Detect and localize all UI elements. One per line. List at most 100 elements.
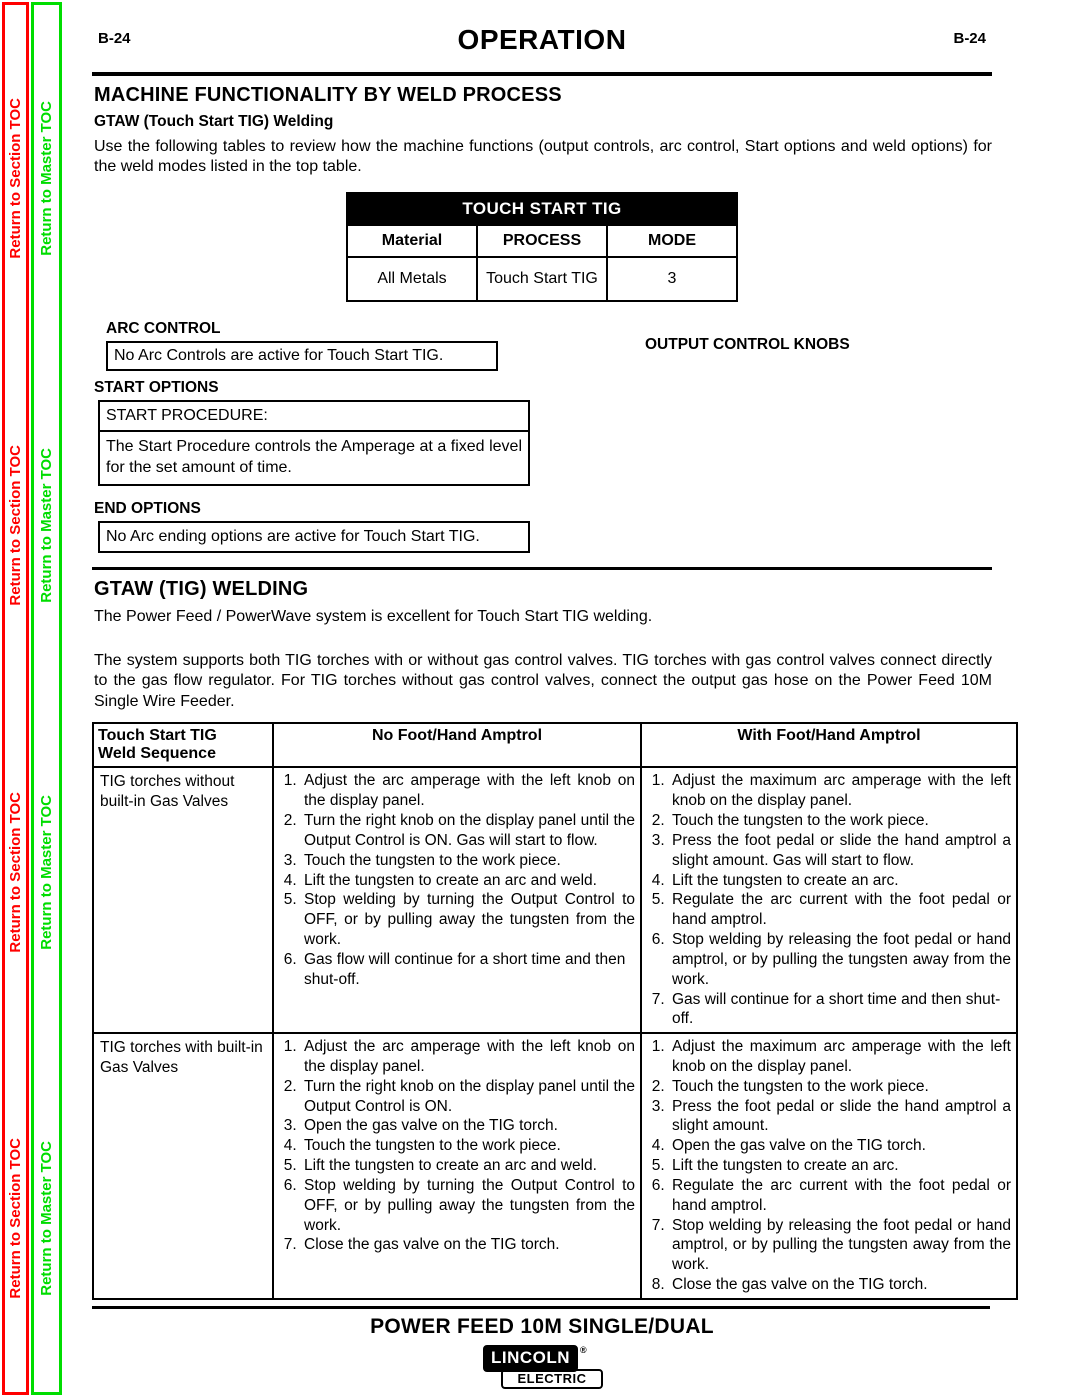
return-to-master-toc-label[interactable]: Return to Master TOC [38,448,55,603]
table-row: TIG torches without built-in Gas Valves … [92,766,1018,1035]
list-item: Regulate the arc current with the foot p… [669,1176,1011,1216]
table-banner-row: TOUCH START TIG [346,191,738,226]
list-item: Stop welding by releasing the foot pedal… [669,930,1011,989]
intro-paragraph: Use the following tables to review how t… [94,138,992,176]
list-item: Turn the right knob on the display panel… [301,811,635,851]
logo-electric-text: ELECTRIC [501,1368,603,1389]
steps-list: Adjust the arc amperage with the left kn… [275,771,639,989]
list-item: Press the foot pedal or slide the hand a… [669,831,1011,871]
list-item: Turn the right knob on the display panel… [301,1077,635,1117]
list-item: Gas flow will continue for a short time … [301,950,635,990]
section-heading: MACHINE FUNCTIONALITY BY WELD PROCESS [94,84,562,106]
column-header-material: Material [346,223,478,258]
logo-lincoln-text: LINCOLN [483,1344,579,1372]
list-item: Lift the tungsten to create an arc and w… [301,871,635,891]
gtaw-paragraph-2: The system supports both TIG torches wit… [94,652,992,710]
steps-list: Adjust the arc amperage with the left kn… [275,1037,639,1255]
list-item: Regulate the arc current with the foot p… [669,890,1011,930]
touch-start-tig-table-wrapper: TOUCH START TIG Material PROCESS MODE Al… [92,191,992,302]
no-amptrol-column-header: No Foot/Hand Amptrol [272,722,642,769]
column-header-process: PROCESS [476,223,608,258]
return-to-master-toc-label[interactable]: Return to Master TOC [38,795,55,950]
list-item: Adjust the maximum arc amperage with the… [669,1037,1011,1077]
start-procedure-text: The Start Procedure controls the Amperag… [106,437,522,476]
weld-sequence-header-line2: Weld Sequence [98,745,216,763]
end-options-label: END OPTIONS [94,499,201,517]
row0-no-amptrol-steps: Adjust the arc amperage with the left kn… [272,766,642,1035]
start-procedure-title: START PROCEDURE: [100,402,528,432]
return-to-section-toc-label[interactable]: Return to Section TOC [7,98,24,259]
footer-title: POWER FEED 10M SINGLE/DUAL [370,1314,714,1338]
list-item: Touch the tungsten to the work piece. [301,1136,635,1156]
lincoln-electric-logo: LINCOLN ® ELECTRIC [483,1344,603,1389]
table-header-row: Material PROCESS MODE [346,223,738,258]
weld-sequence-table: Touch Start TIG Weld Sequence No Foot/Ha… [92,722,1018,1300]
return-to-master-toc-label[interactable]: Return to Master TOC [38,101,55,256]
subsection-heading: GTAW (Touch Start TIG) Welding [94,113,334,130]
list-item: Close the gas valve on the TIG torch. [301,1235,635,1255]
steps-list: Adjust the maximum arc amperage with the… [643,771,1015,1029]
start-options-box: START PROCEDURE: The Start Procedure con… [98,399,530,486]
page-content: B-24 OPERATION B-24 MACHINE FUNCTIONALIT… [92,0,1018,1397]
row0-with-amptrol-steps: Adjust the maximum arc amperage with the… [640,766,1018,1035]
return-to-section-toc-bar[interactable]: Return to Section TOC Return to Section … [2,2,29,1395]
end-options-box: No Arc ending options are active for Tou… [98,520,530,553]
row-label-with-gas-valves: TIG torches with built-in Gas Valves [92,1032,274,1300]
return-to-master-toc-bar[interactable]: Return to Master TOC Return to Master TO… [31,2,62,1395]
list-item: Gas will continue for a short time and t… [669,990,1011,1030]
page-title: OPERATION [457,24,627,55]
list-item: Stop welding by turning the Output Contr… [301,890,635,949]
row1-with-amptrol-steps: Adjust the maximum arc amperage with the… [640,1032,1018,1300]
cell-process: Touch Start TIG [476,255,608,302]
page-number-left: B-24 [98,30,131,47]
logo-top-row: LINCOLN ® [483,1344,587,1372]
footer-divider [92,1305,990,1309]
start-options-label: START OPTIONS [94,378,219,396]
cell-mode: 3 [606,255,738,302]
touch-start-tig-banner: TOUCH START TIG [346,191,738,226]
weld-sequence-header-line1: Touch Start TIG [98,727,268,745]
cell-material: All Metals [346,255,478,302]
list-item: Lift the tungsten to create an arc and w… [301,1156,635,1176]
list-item: Stop welding by turning the Output Contr… [301,1176,635,1235]
gtaw-section-heading: GTAW (TIG) WELDING [94,577,309,600]
header-divider [92,72,992,76]
return-to-section-toc-label[interactable]: Return to Section TOC [7,445,24,606]
gtaw-paragraph-1: The Power Feed / PowerWave system is exc… [94,607,653,625]
weld-sequence-column-header: Touch Start TIG Weld Sequence [92,722,274,769]
list-item: Adjust the arc amperage with the left kn… [301,1037,635,1077]
row1-no-amptrol-steps: Adjust the arc amperage with the left kn… [272,1032,642,1300]
return-to-master-toc-label[interactable]: Return to Master TOC [38,1141,55,1296]
row-label-without-gas-valves: TIG torches without built-in Gas Valves [92,766,274,1035]
output-control-knobs-label: OUTPUT CONTROL KNOBS [645,335,850,353]
steps-list: Adjust the maximum arc amperage with the… [643,1037,1015,1295]
list-item: Touch the tungsten to the work piece. [669,811,1011,831]
return-to-section-toc-label[interactable]: Return to Section TOC [7,1138,24,1299]
table-row: TIG torches with built-in Gas Valves Adj… [92,1032,1018,1300]
weld-sequence-header-row: Touch Start TIG Weld Sequence No Foot/Ha… [92,722,1018,769]
section-divider [92,566,992,570]
arc-control-section: ARC CONTROL No Arc Controls are active f… [92,320,992,371]
arc-control-label: ARC CONTROL [106,319,221,337]
page-number-right: B-24 [953,30,986,47]
list-item: Adjust the arc amperage with the left kn… [301,771,635,811]
list-item: Open the gas valve on the TIG torch. [669,1136,1011,1156]
with-amptrol-column-header: With Foot/Hand Amptrol [640,722,1018,769]
arc-control-box: No Arc Controls are active for Touch Sta… [106,340,498,371]
list-item: Open the gas valve on the TIG torch. [301,1116,635,1136]
list-item: Lift the tungsten to create an arc. [669,1156,1011,1176]
touch-start-tig-table: TOUCH START TIG Material PROCESS MODE Al… [346,191,738,302]
column-header-mode: MODE [606,223,738,258]
list-item: Close the gas valve on the TIG torch. [669,1275,1011,1295]
return-to-section-toc-label[interactable]: Return to Section TOC [7,792,24,953]
weld-sequence-header-line1-text: Touch Start TIG [98,727,217,745]
registered-trademark-icon: ® [580,1344,587,1355]
list-item: Press the foot pedal or slide the hand a… [669,1097,1011,1137]
list-item: Touch the tungsten to the work piece. [669,1077,1011,1097]
list-item: Lift the tungsten to create an arc. [669,871,1011,891]
table-row: All Metals Touch Start TIG 3 [346,255,738,302]
list-item: Adjust the maximum arc amperage with the… [669,771,1011,811]
list-item: Stop welding by releasing the foot pedal… [669,1216,1011,1275]
list-item: Touch the tungsten to the work piece. [301,851,635,871]
page-header: B-24 OPERATION B-24 [92,24,992,70]
